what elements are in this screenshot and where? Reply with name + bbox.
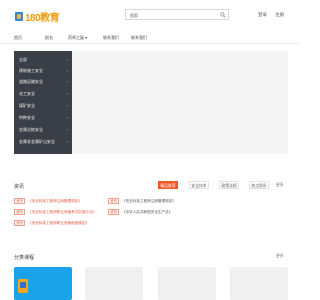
category-item[interactable]: 道路运输安全 › <box>14 77 72 87</box>
courses-section-title: 分类课程 <box>14 255 35 261</box>
course-card[interactable] <box>158 267 216 300</box>
nav-item-contact[interactable]: 联系我们 <box>103 35 119 41</box>
news-text: 《安全标准工程师注册管理规定》 <box>122 199 176 203</box>
nav-item-contact-2[interactable]: 联系我们 <box>131 35 147 41</box>
news-text: 《安全标准工程师职业资格考试实施办法》 <box>28 210 97 214</box>
category-item[interactable]: 煤矿安全 › <box>14 101 72 111</box>
tab-featured[interactable]: 精品推荐 <box>158 181 178 189</box>
category-label: 煤矿安全 <box>19 103 35 108</box>
news-text: 《安全标准工程师职业资格制度规定》 <box>28 221 90 225</box>
chevron-right-icon: › <box>66 115 68 120</box>
banner-area <box>72 51 288 154</box>
nav-item-home[interactable]: 首页 <box>14 35 22 41</box>
search-placeholder: 搜索 <box>130 13 138 18</box>
news-text: 《安全标准工程师注册管理规定》 <box>28 199 82 203</box>
tab-policy[interactable]: 政策法规 <box>219 181 239 189</box>
search-icon[interactable] <box>220 12 226 18</box>
category-item[interactable]: 化工安全 › <box>14 89 72 99</box>
category-label: 金属非金属矿山安全 <box>19 139 55 144</box>
course-card[interactable] <box>85 267 143 300</box>
news-tag: 资讯 <box>14 220 25 226</box>
tab-safety-tech[interactable]: 安全技术 <box>189 181 209 189</box>
chevron-right-icon: › <box>66 68 68 73</box>
category-item[interactable]: 建筑施工安全 › <box>14 66 72 76</box>
news-item[interactable]: 资讯 《安全标准工程师职业资格考试实施办法》 <box>14 209 104 216</box>
chevron-right-icon: › <box>66 139 68 144</box>
search-input[interactable]: 搜索 <box>125 9 229 20</box>
chevron-right-icon: › <box>66 127 68 132</box>
news-item[interactable]: 资讯 《中华人民共和国安全生产法》 <box>108 209 208 216</box>
news-item[interactable]: 资讯 《安全标准工程师职业资格制度规定》 <box>14 220 104 227</box>
category-item[interactable]: 金属冶炼安全 › <box>14 125 72 135</box>
nav-item-window[interactable]: 药师之窗 ▾ <box>68 35 87 41</box>
tab-hot-news[interactable]: 热点资讯 <box>249 181 269 189</box>
chevron-right-icon: › <box>66 57 68 62</box>
news-tag: 资讯 <box>14 209 25 215</box>
chevron-right-icon: › <box>66 91 68 96</box>
logo-mark-icon <box>15 12 23 21</box>
brand-name: 180教育 <box>25 13 60 24</box>
category-label: 道路运输安全 <box>19 79 43 84</box>
brand-logo[interactable]: 180教育 <box>15 9 60 24</box>
news-section-title: 资讯 <box>14 184 25 190</box>
news-tag: 资讯 <box>108 209 119 215</box>
category-menu: 全部 › 建筑施工安全 › 道路运输安全 › 化工安全 › 煤矿安全 › 特种安… <box>14 51 72 154</box>
book-icon <box>18 279 28 293</box>
category-label: 特种安全 <box>19 115 35 120</box>
category-item[interactable]: 特种安全 › <box>14 113 72 123</box>
course-card[interactable] <box>230 267 288 300</box>
chevron-right-icon: › <box>66 79 68 84</box>
course-card[interactable] <box>14 267 72 300</box>
news-tag: 资讯 <box>108 198 119 204</box>
login-link[interactable]: 登录 <box>258 12 267 18</box>
nav-item-enroll[interactable]: 报名 <box>45 35 53 41</box>
category-label: 全部 <box>19 57 27 62</box>
courses-more-link[interactable]: 更多 <box>276 254 284 259</box>
site-header: 180教育 搜索 登录 注册 <box>0 0 300 30</box>
news-item[interactable]: 资讯 《安全标准工程师注册管理规定》 <box>108 198 208 205</box>
news-tag: 资讯 <box>14 198 25 204</box>
nav-divider <box>0 43 300 44</box>
category-item[interactable]: 全部 › <box>14 55 72 65</box>
category-item[interactable]: 金属非金属矿山安全 › <box>14 137 72 147</box>
register-link[interactable]: 注册 <box>275 12 284 18</box>
chevron-right-icon: › <box>66 103 68 108</box>
category-label: 化工安全 <box>19 91 35 96</box>
news-text: 《中华人民共和国安全生产法》 <box>122 210 173 214</box>
news-more-link[interactable]: 更多 <box>276 183 284 188</box>
news-item[interactable]: 资讯 《安全标准工程师注册管理规定》 <box>14 198 104 205</box>
main-nav: 首页 报名 药师之窗 ▾ 联系我们 联系我们 <box>0 32 300 42</box>
category-label: 金属冶炼安全 <box>19 127 43 132</box>
category-label: 建筑施工安全 <box>19 68 43 73</box>
